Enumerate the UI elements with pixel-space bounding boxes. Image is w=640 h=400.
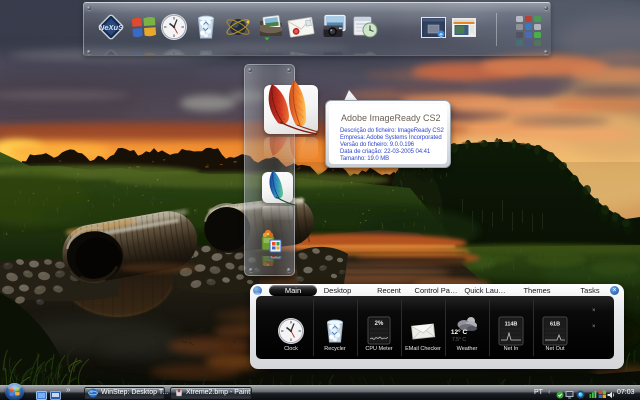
- svg-text:61B: 61B: [550, 322, 560, 328]
- svg-text:NeXuS: NeXuS: [99, 23, 123, 32]
- svg-text:114B: 114B: [505, 322, 518, 328]
- svg-text:2%: 2%: [375, 321, 384, 327]
